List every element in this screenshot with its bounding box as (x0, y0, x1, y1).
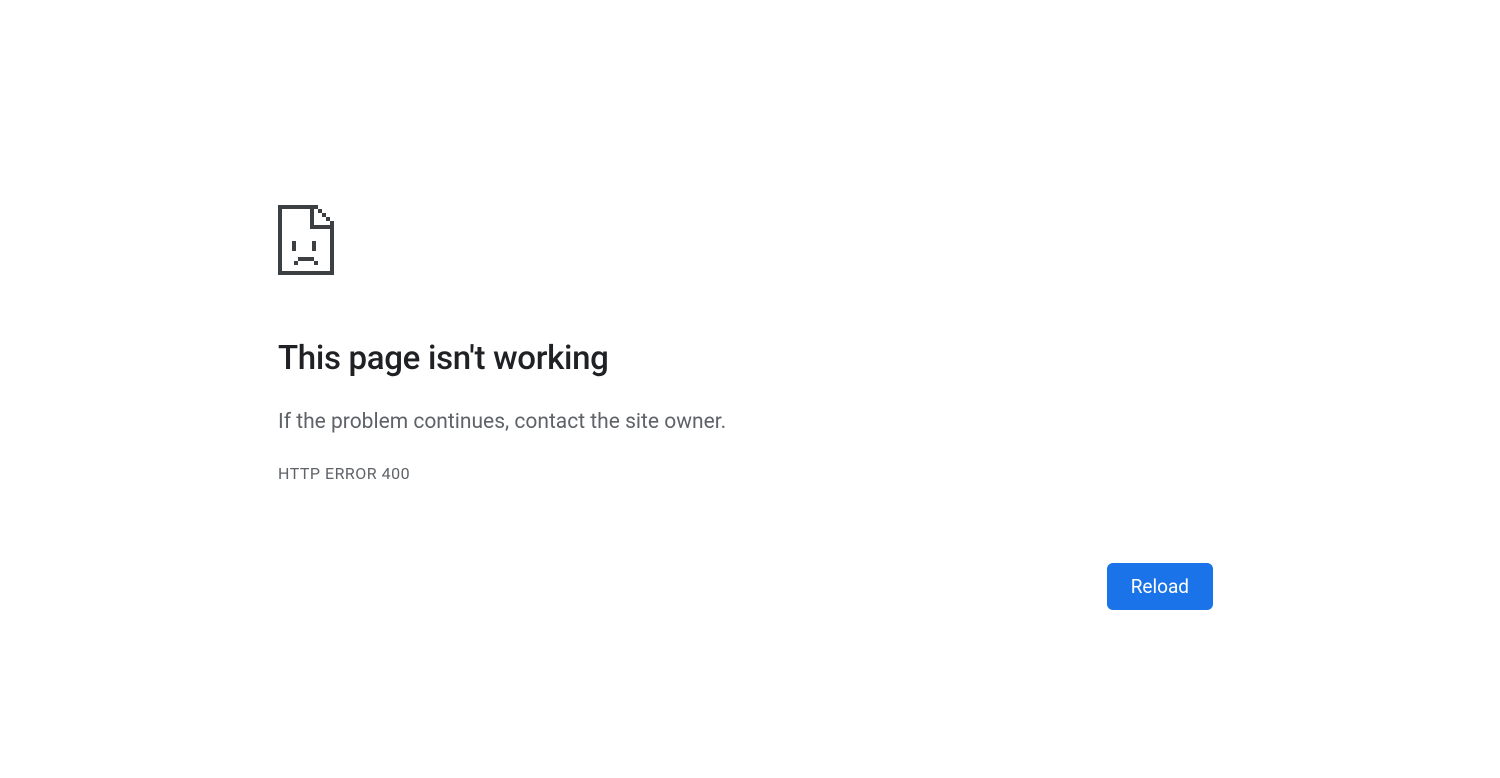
error-message: If the problem continues, contact the si… (278, 410, 1213, 434)
reload-button[interactable]: Reload (1107, 563, 1213, 610)
error-code: HTTP ERROR 400 (278, 464, 1213, 483)
sad-document-icon (278, 205, 1213, 279)
error-page-container: This page isn't working If the problem c… (278, 205, 1213, 483)
error-title: This page isn't working (278, 339, 1213, 378)
